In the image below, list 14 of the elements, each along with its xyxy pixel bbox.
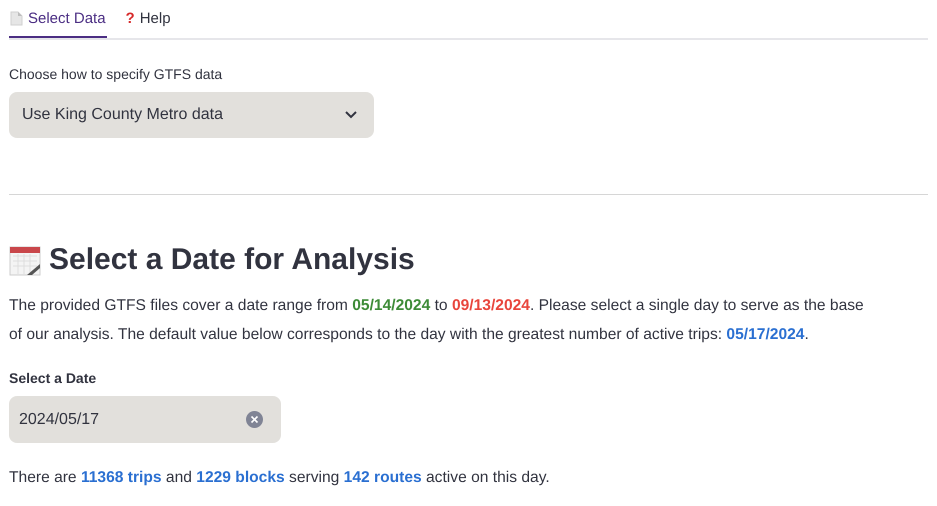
section-heading: Select a Date for Analysis — [49, 242, 415, 278]
document-icon — [10, 10, 23, 26]
calendar-icon — [9, 244, 41, 276]
date-field[interactable]: 2024/05/17 — [9, 396, 281, 443]
tab[interactable]: ? Help — [124, 0, 172, 38]
source-dropdown[interactable]: Use King County Metro data — [9, 92, 374, 138]
question-icon: ? — [126, 10, 135, 26]
chevron-down-icon — [344, 110, 358, 120]
field-label: Choose how to specify GTFS data — [9, 65, 224, 83]
intro-paragraph: The provided GTFS files cover a date range from 05/14/2024 to 09/13/2024. Please select a single day to serve as the base of our analysis. The default value below corresponds to the day with the greatest number of active trips: 05/17/2024. — [9, 296, 865, 345]
field-label: Select a Date — [9, 369, 98, 387]
summary-text: There are 11368 trips and 1229 blocks serving 142 routes active on this day. — [9, 468, 551, 488]
clear-icon[interactable] — [246, 411, 263, 428]
tab[interactable]: Select Data — [9, 0, 107, 38]
